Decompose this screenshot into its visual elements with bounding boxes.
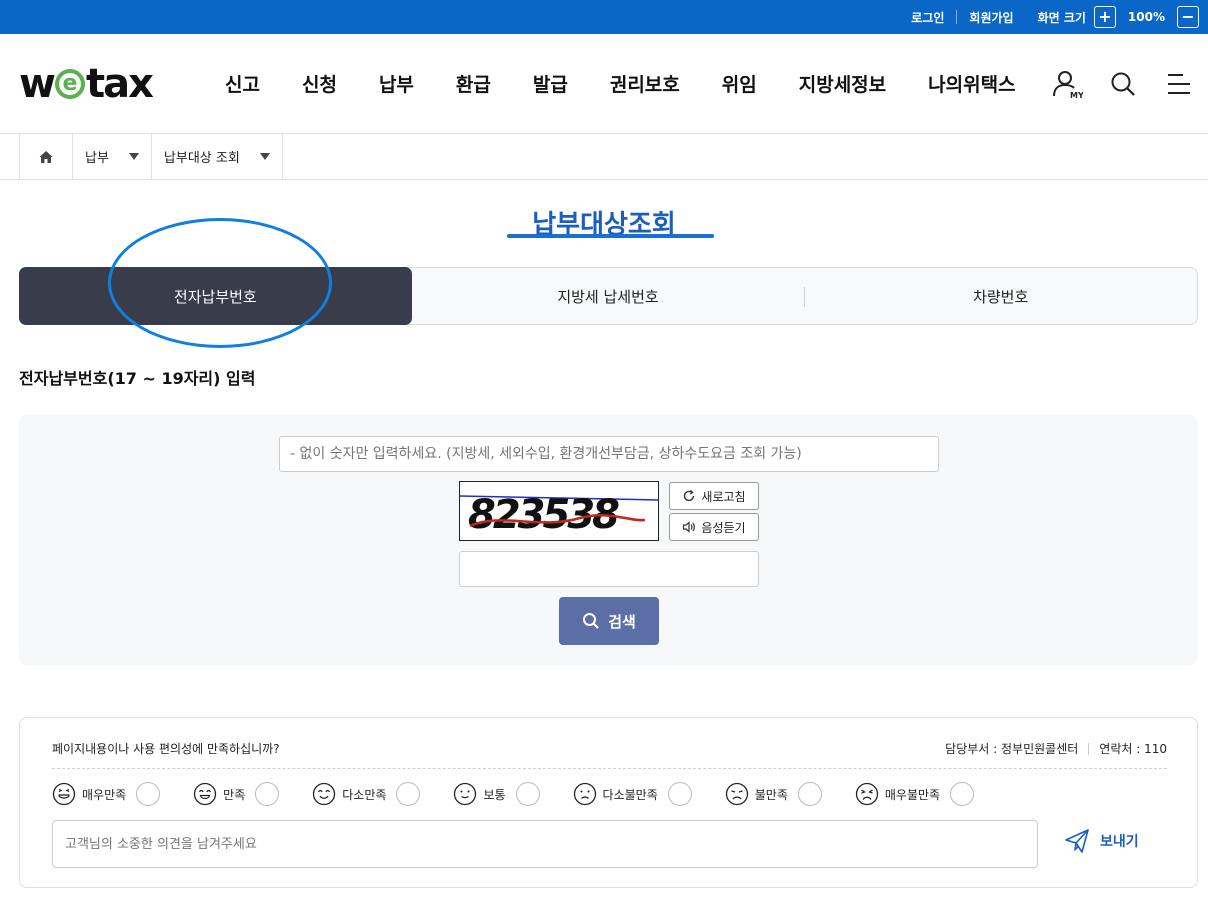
- very-unhappy-face-icon: [855, 782, 879, 806]
- rating-radio[interactable]: [667, 782, 692, 806]
- my-user-icon[interactable]: MY: [1050, 67, 1084, 101]
- search-icon: [583, 613, 599, 629]
- survey-divider: [52, 768, 1167, 769]
- page-title-wrap: 납부대상조회: [0, 204, 1208, 246]
- logo-letter-w: w: [19, 60, 56, 107]
- survey-contact-info: 담당부서 : 정부민원콜센터 연락처 : 110: [945, 740, 1167, 757]
- zoom-label: 화면 크기: [1037, 10, 1086, 25]
- rating-radio[interactable]: [950, 782, 975, 806]
- smile-face-icon: [313, 782, 336, 806]
- refresh-icon: [684, 489, 695, 502]
- paper-plane-icon: [1065, 829, 1089, 853]
- contact-info: 연락처 : 110: [1099, 742, 1167, 756]
- audio-label: 음성듣기: [701, 520, 746, 535]
- survey-question: 페이지내용이나 사용 편의성에 만족하십니까?: [52, 742, 280, 756]
- tab-electronic-payment-number[interactable]: 전자납부번호: [19, 267, 412, 325]
- captcha-input[interactable]: [459, 551, 759, 587]
- menu-icon[interactable]: [1162, 67, 1196, 101]
- rating-dissatisfied[interactable]: 불만족: [725, 782, 822, 806]
- captcha-audio-button[interactable]: 음성듣기: [669, 513, 759, 541]
- nav-item-apply[interactable]: 신청: [281, 70, 358, 97]
- logo-letters-tax: tax: [85, 60, 154, 107]
- rating-neutral[interactable]: 보통: [453, 782, 540, 806]
- send-button[interactable]: 보내기: [1064, 828, 1139, 854]
- rating-radio[interactable]: [515, 782, 540, 806]
- zoom-in-button[interactable]: +: [1093, 6, 1116, 28]
- search-label: 검색: [608, 612, 636, 631]
- rating-label: 불만족: [754, 787, 788, 802]
- utility-bar: 로그인 회원가입 화면 크기 + 100% −: [0, 0, 1208, 34]
- nav-item-my-wetax[interactable]: 나의위택스: [907, 70, 1036, 97]
- sad-face-icon: [573, 782, 596, 806]
- rating-label: 다소만족: [342, 787, 387, 802]
- chevron-down-icon: [128, 153, 139, 160]
- rating-label: 보통: [483, 787, 506, 802]
- zoom-value: 100%: [1127, 10, 1165, 24]
- main-nav: 신고 신청 납부 환급 발급 권리보호 위임 지방세정보 나의위택스: [204, 70, 1037, 97]
- rating-radio[interactable]: [255, 782, 280, 806]
- search-button[interactable]: 검색: [559, 597, 659, 645]
- neutral-face-icon: [454, 782, 477, 806]
- nav-item-refund[interactable]: 환급: [435, 70, 512, 97]
- rating-radio[interactable]: [797, 782, 822, 806]
- search-form: 823538 새로고침 음성듣기 검색: [19, 415, 1198, 665]
- section-heading: 전자납부번호(17 ~ 19자리) 입력: [19, 369, 256, 388]
- breadcrumb-label: 납부대상 조회: [163, 151, 240, 166]
- nav-item-payment[interactable]: 납부: [358, 70, 435, 97]
- breadcrumb-label: 납부: [85, 151, 109, 166]
- search-type-tabs: 전자납부번호 지방세 납세번호 차량번호: [19, 267, 1198, 325]
- rating-label: 매우불만족: [884, 787, 941, 802]
- rating-radio[interactable]: [136, 782, 161, 806]
- nav-item-issue[interactable]: 발급: [512, 70, 589, 97]
- site-header: w e tax 신고 신청 납부 환급 발급 권리보호 위임 지방세정보 나의위택스…: [0, 34, 1208, 134]
- divider: [1088, 742, 1090, 755]
- captcha-refresh-button[interactable]: 새로고침: [669, 482, 759, 510]
- zoom-out-button[interactable]: −: [1177, 6, 1199, 28]
- nav-item-rights[interactable]: 권리보호: [589, 70, 701, 97]
- tab-local-tax-number[interactable]: 지방세 납세번호: [412, 268, 805, 324]
- tab-vehicle-number[interactable]: 차량번호: [804, 268, 1197, 324]
- rating-very-satisfied[interactable]: 매우만족: [52, 782, 161, 806]
- rating-label: 다소불만족: [602, 787, 658, 802]
- speaker-icon: [683, 521, 696, 533]
- logo-letter-e: e: [54, 68, 85, 99]
- satisfaction-survey: 페이지내용이나 사용 편의성에 만족하십니까? 담당부서 : 정부민원콜센터 연…: [19, 717, 1198, 888]
- dept-info: 담당부서 : 정부민원콜센터: [945, 742, 1079, 756]
- wetax-logo[interactable]: w e tax: [19, 61, 184, 107]
- signup-link[interactable]: 회원가입: [957, 9, 1025, 26]
- refresh-label: 새로고침: [701, 489, 746, 504]
- breadcrumb: 납부 납부대상 조회: [0, 134, 1208, 180]
- send-label: 보내기: [1100, 834, 1139, 850]
- nav-item-local-tax-info[interactable]: 지방세정보: [778, 70, 907, 97]
- captcha-image: 823538: [459, 481, 659, 541]
- nav-item-delegation[interactable]: 위임: [701, 70, 778, 97]
- rating-satisfied[interactable]: 만족: [193, 782, 280, 806]
- payment-number-input[interactable]: [279, 436, 939, 472]
- svg-text:MY: MY: [1070, 91, 1083, 100]
- header-icons: MY: [1050, 67, 1196, 101]
- breadcrumb-payment[interactable]: 납부: [72, 134, 151, 179]
- search-icon[interactable]: [1106, 67, 1140, 101]
- breadcrumb-home[interactable]: [19, 134, 72, 179]
- happy-face-icon: [194, 782, 217, 806]
- breadcrumb-payment-target[interactable]: 납부대상 조회: [150, 134, 283, 179]
- title-underline: [507, 234, 714, 238]
- opinion-input[interactable]: [52, 820, 1038, 868]
- home-icon: [39, 150, 53, 163]
- nav-item-report[interactable]: 신고: [204, 70, 281, 97]
- very-happy-face-icon: [52, 782, 76, 806]
- unhappy-face-icon: [725, 782, 748, 806]
- rating-label: 매우만족: [82, 787, 127, 802]
- rating-somewhat-dissatisfied[interactable]: 다소불만족: [573, 782, 692, 806]
- login-link[interactable]: 로그인: [899, 9, 956, 26]
- rating-somewhat-satisfied[interactable]: 다소만족: [312, 782, 421, 806]
- rating-label: 만족: [223, 787, 246, 802]
- rating-very-dissatisfied[interactable]: 매우불만족: [855, 782, 975, 806]
- rating-options: 매우만족 만족 다소만족 보통 다소불만족 불만족 매우불만족: [52, 782, 1007, 806]
- rating-radio[interactable]: [396, 782, 421, 806]
- chevron-down-icon: [259, 153, 270, 160]
